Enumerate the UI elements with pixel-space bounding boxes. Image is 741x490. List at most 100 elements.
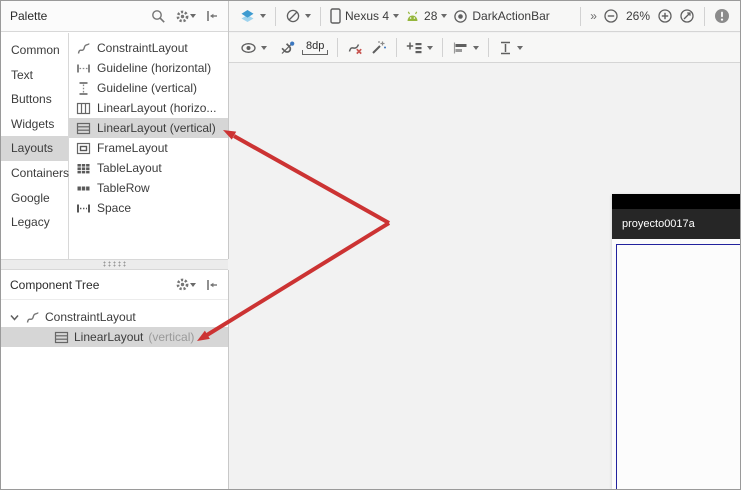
zoom-in-button[interactable]: [654, 6, 676, 26]
palette-items: ConstraintLayout Guideline (horizontal) …: [69, 33, 228, 259]
linearlayout-horizontal-icon: [76, 101, 91, 116]
design-surface-selector-button[interactable]: [236, 6, 269, 27]
device-selector-button[interactable]: Nexus 4: [327, 6, 402, 26]
render-warnings-button[interactable]: [711, 6, 733, 26]
orientation-icon: [285, 8, 301, 24]
tablerow-icon: [76, 181, 91, 196]
distribute-icon: [498, 40, 513, 56]
toolbar-overflow-button[interactable]: »: [587, 7, 600, 25]
palette-item-constraintlayout[interactable]: ConstraintLayout: [69, 38, 228, 58]
framelayout-icon: [76, 141, 91, 156]
clear-constraints-icon: [347, 40, 364, 56]
tree-row-suffix: (vertical): [148, 330, 194, 344]
pack-controls-button[interactable]: [403, 38, 436, 58]
design-toolbar: Nexus 4 28 DarkActionBar » 26%: [229, 1, 740, 32]
palette-title: Palette: [10, 9, 142, 23]
default-margin-button[interactable]: 8dp: [299, 38, 331, 57]
device-status-bar: 8:00: [612, 194, 741, 209]
chevron-down-icon: [190, 283, 196, 287]
category-layouts[interactable]: Layouts: [1, 136, 68, 161]
device-action-bar: proyecto0017a: [612, 209, 741, 239]
guideline-vertical-icon: [76, 81, 91, 96]
chevron-down-icon: [427, 46, 433, 50]
component-tree-title: Component Tree: [10, 278, 166, 292]
constraint-toolbar: 8dp: [229, 33, 740, 63]
align-controls-button[interactable]: [449, 39, 482, 57]
warning-icon: [714, 8, 730, 24]
android-studio-layout-editor: Palette Common Text Buttons Widgets Layo…: [0, 0, 741, 490]
category-google[interactable]: Google: [1, 186, 68, 211]
panel-splitter[interactable]: [1, 259, 228, 270]
palette-item-tablerow[interactable]: TableRow: [69, 178, 228, 198]
chevron-down-icon: [473, 46, 479, 50]
toolbar-separator: [320, 7, 321, 26]
palette-item-framelayout[interactable]: FrameLayout: [69, 138, 228, 158]
chevron-down-icon: [260, 14, 266, 18]
toolbar-separator: [442, 38, 443, 57]
phone-icon: [330, 8, 341, 24]
orientation-selector-button[interactable]: [282, 6, 314, 26]
tree-options-gear-button[interactable]: [175, 277, 196, 292]
plus-circle-icon: [657, 8, 673, 24]
component-tree-header: Component Tree: [1, 270, 228, 300]
zoom-controls-group: » 26%: [574, 6, 733, 26]
design-canvas[interactable]: 8:00 proyecto0017a: [229, 63, 740, 489]
clear-constraints-button[interactable]: [344, 38, 367, 58]
category-widgets[interactable]: Widgets: [1, 112, 68, 137]
category-text[interactable]: Text: [1, 63, 68, 88]
linearlayout-vertical-selection-box[interactable]: [616, 244, 741, 490]
guidelines-controls-button[interactable]: [495, 38, 526, 58]
category-legacy[interactable]: Legacy: [1, 210, 68, 235]
hide-panel-icon[interactable]: [205, 278, 219, 292]
view-options-button[interactable]: [237, 39, 270, 57]
palette-categories: Common Text Buttons Widgets Layouts Cont…: [1, 33, 69, 259]
eye-icon: [240, 41, 257, 55]
infer-constraints-button[interactable]: [367, 38, 390, 58]
palette-item-linearlayout-horizontal[interactable]: LinearLayout (horizo...: [69, 98, 228, 118]
zoom-to-fit-button[interactable]: [676, 6, 698, 26]
linearlayout-vertical-icon: [76, 121, 91, 136]
pack-icon: [406, 40, 423, 56]
tree-row-constraintlayout[interactable]: ConstraintLayout: [1, 307, 228, 327]
device-content-area: [612, 239, 741, 490]
tablelayout-icon: [76, 161, 91, 176]
palette-item-linearlayout-vertical[interactable]: LinearLayout (vertical): [69, 118, 228, 138]
palette-panel: Palette Common Text Buttons Widgets Layo…: [1, 1, 229, 259]
hide-panel-icon[interactable]: [205, 9, 219, 23]
toolbar-separator: [275, 7, 276, 26]
magnet-off-icon: [279, 40, 296, 56]
tree-row-linearlayout-vertical[interactable]: LinearLayout (vertical): [1, 327, 228, 347]
autoconnect-toggle-button[interactable]: [276, 38, 299, 58]
constraint-layout-icon: [76, 41, 91, 56]
theme-selector-button[interactable]: DarkActionBar: [450, 7, 552, 26]
android-icon: [405, 10, 420, 23]
palette-item-space[interactable]: Space: [69, 198, 228, 218]
api-level-selector-button[interactable]: 28: [402, 7, 450, 25]
chevron-down-icon: [305, 14, 311, 18]
toolbar-separator: [337, 38, 338, 57]
palette-item-guideline-horizontal[interactable]: Guideline (horizontal): [69, 58, 228, 78]
palette-options-gear-button[interactable]: [175, 9, 196, 24]
toolbar-separator: [396, 38, 397, 57]
zoom-out-button[interactable]: [600, 6, 622, 26]
layers-icon: [239, 8, 256, 25]
align-icon: [452, 41, 469, 55]
constraint-layout-icon: [25, 310, 40, 325]
toolbar-separator: [580, 7, 581, 26]
palette-item-guideline-vertical[interactable]: Guideline (vertical): [69, 78, 228, 98]
expand-chevron-icon[interactable]: [9, 312, 20, 323]
component-tree-panel: Component Tree ConstraintLayout LinearLa…: [1, 270, 229, 489]
linearlayout-vertical-icon: [54, 330, 69, 345]
chevron-down-icon: [441, 14, 447, 18]
chevron-down-icon: [517, 46, 523, 50]
chevron-down-icon: [261, 46, 267, 50]
zoom-level-value: 26%: [622, 9, 654, 23]
category-buttons[interactable]: Buttons: [1, 87, 68, 112]
toolbar-separator: [704, 7, 705, 26]
component-tree-rows: ConstraintLayout LinearLayout (vertical): [1, 300, 228, 347]
category-containers[interactable]: Containers: [1, 161, 68, 186]
category-common[interactable]: Common: [1, 38, 68, 63]
splitter-grip-dots: [102, 261, 128, 267]
search-icon[interactable]: [151, 9, 166, 24]
palette-item-tablelayout[interactable]: TableLayout: [69, 158, 228, 178]
